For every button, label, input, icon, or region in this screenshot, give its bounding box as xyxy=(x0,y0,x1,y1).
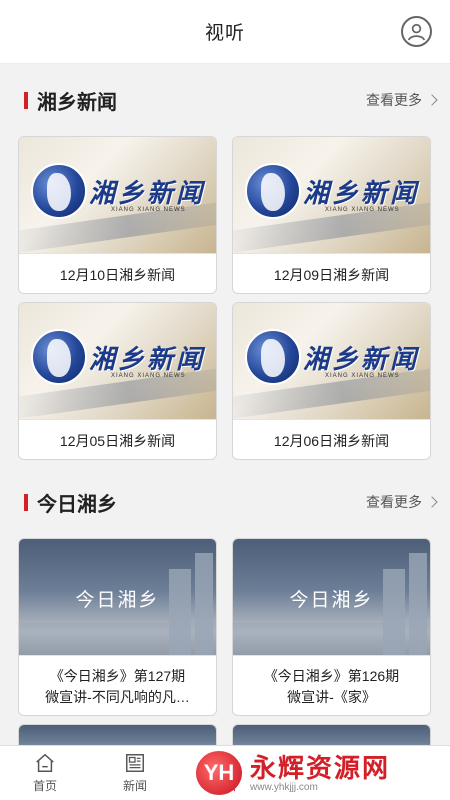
globe-logo-icon xyxy=(245,163,301,219)
video-icon xyxy=(215,756,235,771)
tab-news[interactable]: 新闻 xyxy=(90,746,180,800)
section-accent-bar xyxy=(24,91,28,109)
thumbnail-logo-text: 湘乡新闻 xyxy=(303,178,420,208)
video-thumbnail: 今日湘乡 xyxy=(19,539,216,655)
video-card[interactable] xyxy=(18,724,217,745)
thumbnail-logo-subtext: XIANG XIANG NEWS xyxy=(111,207,186,213)
tab-label: 新闻 xyxy=(122,779,147,793)
video-thumbnail: 今日湘乡 xyxy=(233,539,430,655)
tab-home[interactable]: 首页 xyxy=(0,746,90,800)
content-scroll[interactable]: 湘乡新闻 查看更多 湘乡新闻 XIANG XIANG NEWS 12月10日湘乡… xyxy=(0,64,450,745)
video-card[interactable]: 湘乡新闻 XIANG XIANG NEWS 12月05日湘乡新闻 xyxy=(18,302,217,460)
section-title: 湘乡新闻 xyxy=(37,91,117,114)
video-thumbnail: 湘乡新闻 XIANG XIANG NEWS xyxy=(19,303,216,419)
view-more-link[interactable]: 查看更多 xyxy=(366,90,438,110)
thumbnail-decoration xyxy=(19,623,216,655)
video-caption-line2: 微宣讲-《家》 xyxy=(287,688,376,705)
thumbnail-title: 今日湘乡 xyxy=(75,590,160,611)
video-card[interactable]: 湘乡新闻 XIANG XIANG NEWS 12月06日湘乡新闻 xyxy=(232,302,431,460)
view-more-label: 查看更多 xyxy=(366,494,422,510)
video-caption: 12月09日湘乡新闻 xyxy=(233,253,430,293)
video-caption: 《今日湘乡》第126期 微宣讲-《家》 xyxy=(233,655,430,715)
user-circle-icon[interactable] xyxy=(401,16,432,47)
video-caption-line1: 《今日湘乡》第127期 xyxy=(49,667,186,684)
tab-label: 视听 xyxy=(212,779,237,793)
section-header-news: 湘乡新闻 查看更多 xyxy=(0,64,450,136)
page-title: 视听 xyxy=(204,23,245,44)
globe-logo-icon xyxy=(245,329,301,385)
globe-logo-icon xyxy=(31,329,87,385)
video-card[interactable]: 今日湘乡 《今日湘乡》第126期 微宣讲-《家》 xyxy=(232,538,431,716)
video-caption: 12月06日湘乡新闻 xyxy=(233,419,430,459)
tab-video[interactable]: 视听 xyxy=(180,746,270,800)
video-caption-line2: 微宣讲-不同凡响的凡… xyxy=(45,688,190,705)
video-thumbnail: 湘乡新闻 XIANG XIANG NEWS xyxy=(19,137,216,253)
top-bar: 视听 xyxy=(0,0,450,64)
section-accent-bar xyxy=(24,493,28,511)
tab-item[interactable] xyxy=(360,746,450,800)
bottom-tab-bar: 首页 新闻 视听 xyxy=(0,745,450,800)
video-card[interactable] xyxy=(232,724,431,745)
thumbnail-decoration xyxy=(233,623,430,655)
view-more-link[interactable]: 查看更多 xyxy=(366,492,438,512)
video-thumbnail: 湘乡新闻 XIANG XIANG NEWS xyxy=(233,137,430,253)
video-thumbnail: 湘乡新闻 XIANG XIANG NEWS xyxy=(233,303,430,419)
thumbnail-logo-text: 湘乡新闻 xyxy=(303,344,420,374)
video-caption: 《今日湘乡》第127期 微宣讲-不同凡响的凡… xyxy=(19,655,216,715)
section-title: 今日湘乡 xyxy=(37,493,117,516)
globe-logo-icon xyxy=(31,163,87,219)
home-icon xyxy=(36,753,54,772)
video-caption-line1: 《今日湘乡》第126期 xyxy=(263,667,400,684)
tab-item[interactable] xyxy=(270,746,360,800)
thumbnail-logo-text: 湘乡新闻 xyxy=(89,344,206,374)
view-more-label: 查看更多 xyxy=(366,92,422,108)
chevron-right-icon xyxy=(426,94,438,106)
thumbnail-logo-subtext: XIANG XIANG NEWS xyxy=(111,373,186,379)
video-card[interactable]: 湘乡新闻 XIANG XIANG NEWS 12月10日湘乡新闻 xyxy=(18,136,217,294)
section-header-today: 今日湘乡 查看更多 xyxy=(0,466,450,538)
news-icon xyxy=(126,754,144,772)
today-video-grid: 今日湘乡 《今日湘乡》第127期 微宣讲-不同凡响的凡… 今日湘乡 《今日湘乡》… xyxy=(0,538,450,745)
video-caption: 12月10日湘乡新闻 xyxy=(19,253,216,293)
chevron-right-icon xyxy=(426,496,438,508)
thumbnail-title: 今日湘乡 xyxy=(289,590,374,611)
thumbnail-logo-text: 湘乡新闻 xyxy=(89,178,206,208)
thumbnail-logo-subtext: XIANG XIANG NEWS xyxy=(325,207,400,213)
thumbnail-logo-subtext: XIANG XIANG NEWS xyxy=(325,373,400,379)
video-thumbnail xyxy=(19,725,216,745)
tab-label: 首页 xyxy=(32,779,57,793)
video-card[interactable]: 今日湘乡 《今日湘乡》第127期 微宣讲-不同凡响的凡… xyxy=(18,538,217,716)
news-video-grid: 湘乡新闻 XIANG XIANG NEWS 12月10日湘乡新闻 湘乡新闻 XI… xyxy=(0,136,450,460)
video-card[interactable]: 湘乡新闻 XIANG XIANG NEWS 12月09日湘乡新闻 xyxy=(232,136,431,294)
video-thumbnail xyxy=(233,725,430,745)
video-caption: 12月05日湘乡新闻 xyxy=(19,419,216,459)
